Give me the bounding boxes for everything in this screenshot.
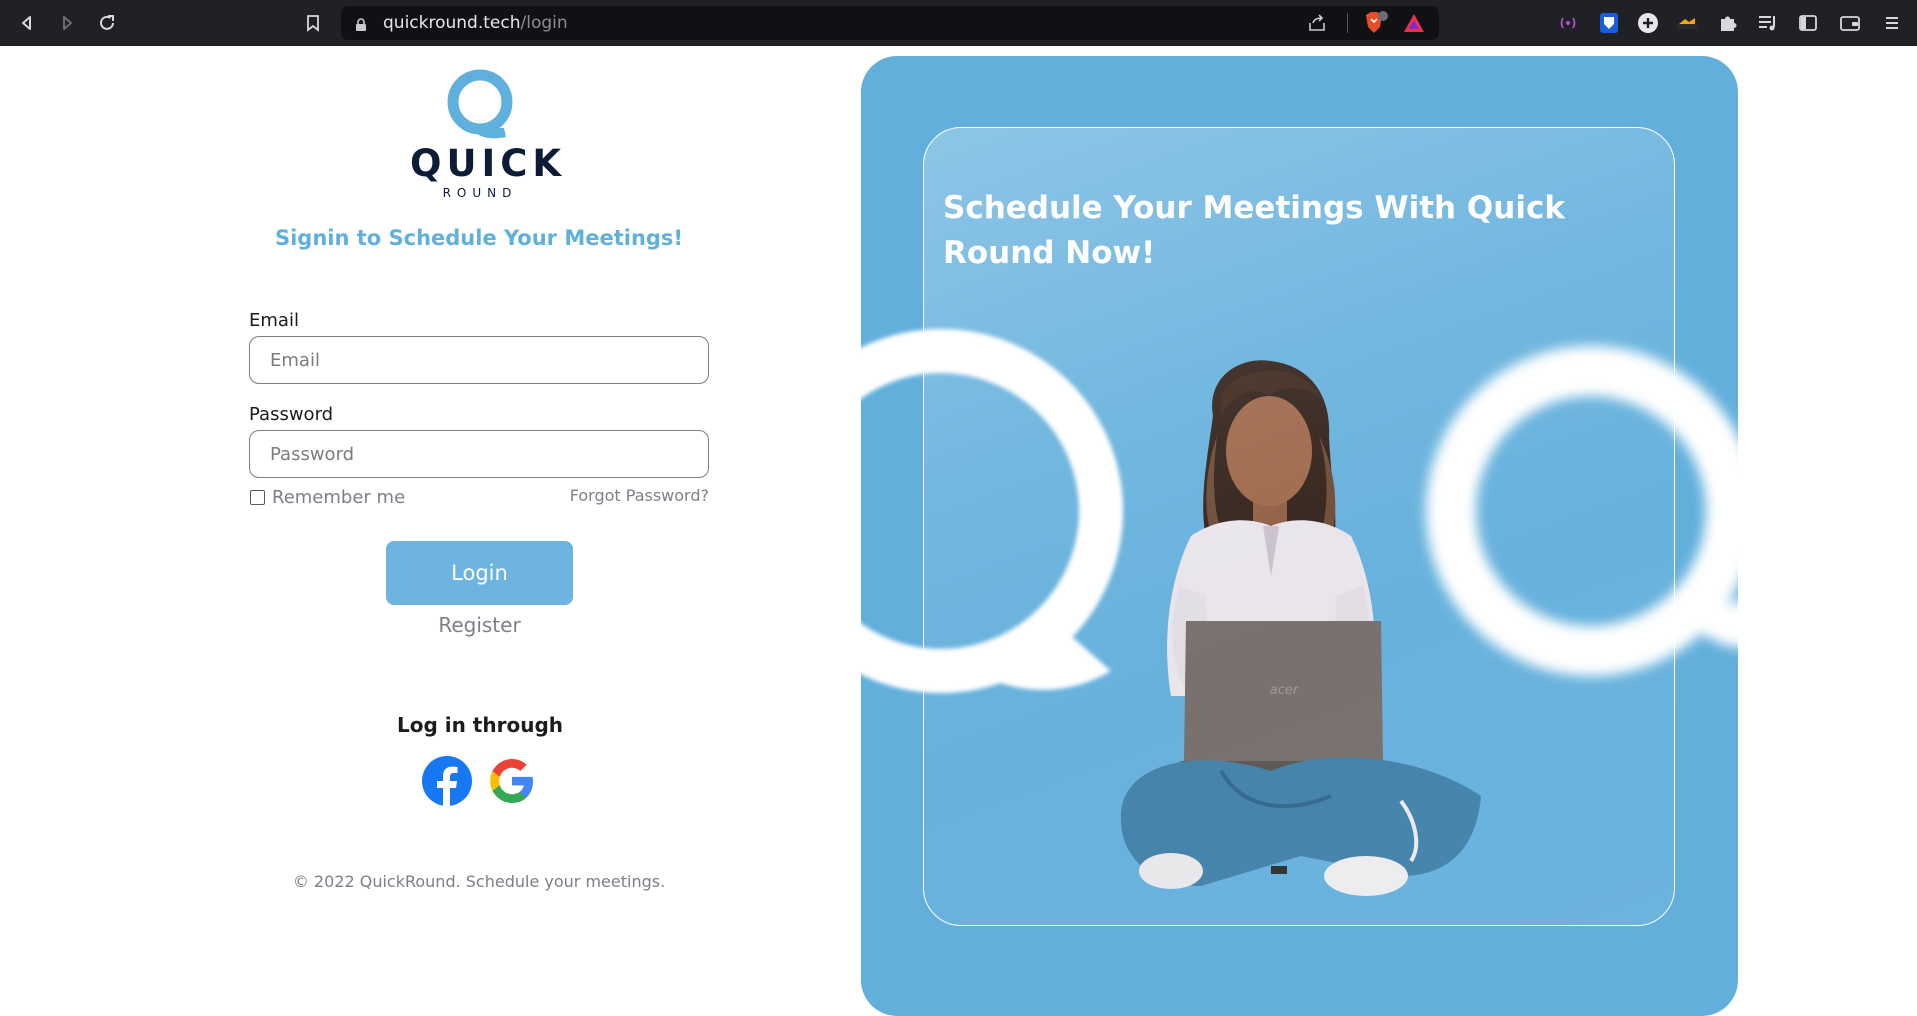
- logo-word: QUICK: [410, 142, 567, 185]
- brave-shield-icon[interactable]: [1363, 11, 1389, 39]
- menu-icon[interactable]: [1880, 11, 1904, 35]
- remember-label: Remember me: [272, 487, 406, 508]
- google-icon[interactable]: [486, 755, 538, 807]
- lock-icon: [355, 17, 367, 36]
- tor-icon[interactable]: [1556, 11, 1580, 35]
- remember-me[interactable]: Remember me: [250, 487, 405, 508]
- divider: [1347, 13, 1348, 33]
- social-login-heading: Log in through: [396, 713, 563, 737]
- wallet-icon[interactable]: [1838, 11, 1862, 35]
- reload-icon[interactable]: [94, 10, 120, 36]
- browser-toolbar: quickround.tech/login: [0, 0, 1917, 46]
- bitwarden-icon[interactable]: [1597, 11, 1621, 35]
- password-field[interactable]: [249, 430, 709, 478]
- facebook-icon[interactable]: [421, 755, 473, 807]
- extension-bar-icon[interactable]: [1675, 11, 1699, 35]
- email-field[interactable]: [249, 336, 709, 384]
- address-bar[interactable]: quickround.tech/login: [341, 6, 1439, 40]
- signin-heading: Signin to Schedule Your Meetings!: [274, 226, 684, 250]
- logo-subtitle: ROUND: [442, 186, 518, 200]
- footer-copyright: © 2022 QuickRound. Schedule your meeting…: [292, 872, 666, 891]
- hero-title: Schedule Your Meetings With Quick Round …: [943, 190, 1565, 271]
- password-label: Password: [249, 404, 334, 425]
- bookmark-icon[interactable]: [300, 10, 326, 36]
- login-button[interactable]: Login: [386, 541, 573, 605]
- url-text: quickround.tech/login: [383, 13, 568, 33]
- sidebar-toggle-icon[interactable]: [1796, 11, 1820, 35]
- forgot-password-link[interactable]: Forgot Password?: [520, 486, 709, 505]
- quickround-logo: QUICK ROUND: [410, 66, 567, 200]
- remember-checkbox[interactable]: [250, 490, 265, 505]
- register-link[interactable]: Register: [386, 613, 573, 637]
- email-label: Email: [249, 310, 299, 331]
- add-circle-icon[interactable]: [1636, 11, 1660, 35]
- logo-q-icon: [447, 69, 513, 139]
- playlist-icon[interactable]: [1756, 11, 1780, 35]
- extensions-puzzle-icon[interactable]: [1716, 11, 1740, 35]
- back-icon[interactable]: [14, 10, 40, 36]
- hero-panel: acer Schedule Your Meetings With Quick R…: [861, 56, 1738, 1016]
- share-icon[interactable]: [1307, 14, 1327, 36]
- rewards-icon[interactable]: [1403, 13, 1425, 37]
- forward-icon[interactable]: [54, 10, 80, 36]
